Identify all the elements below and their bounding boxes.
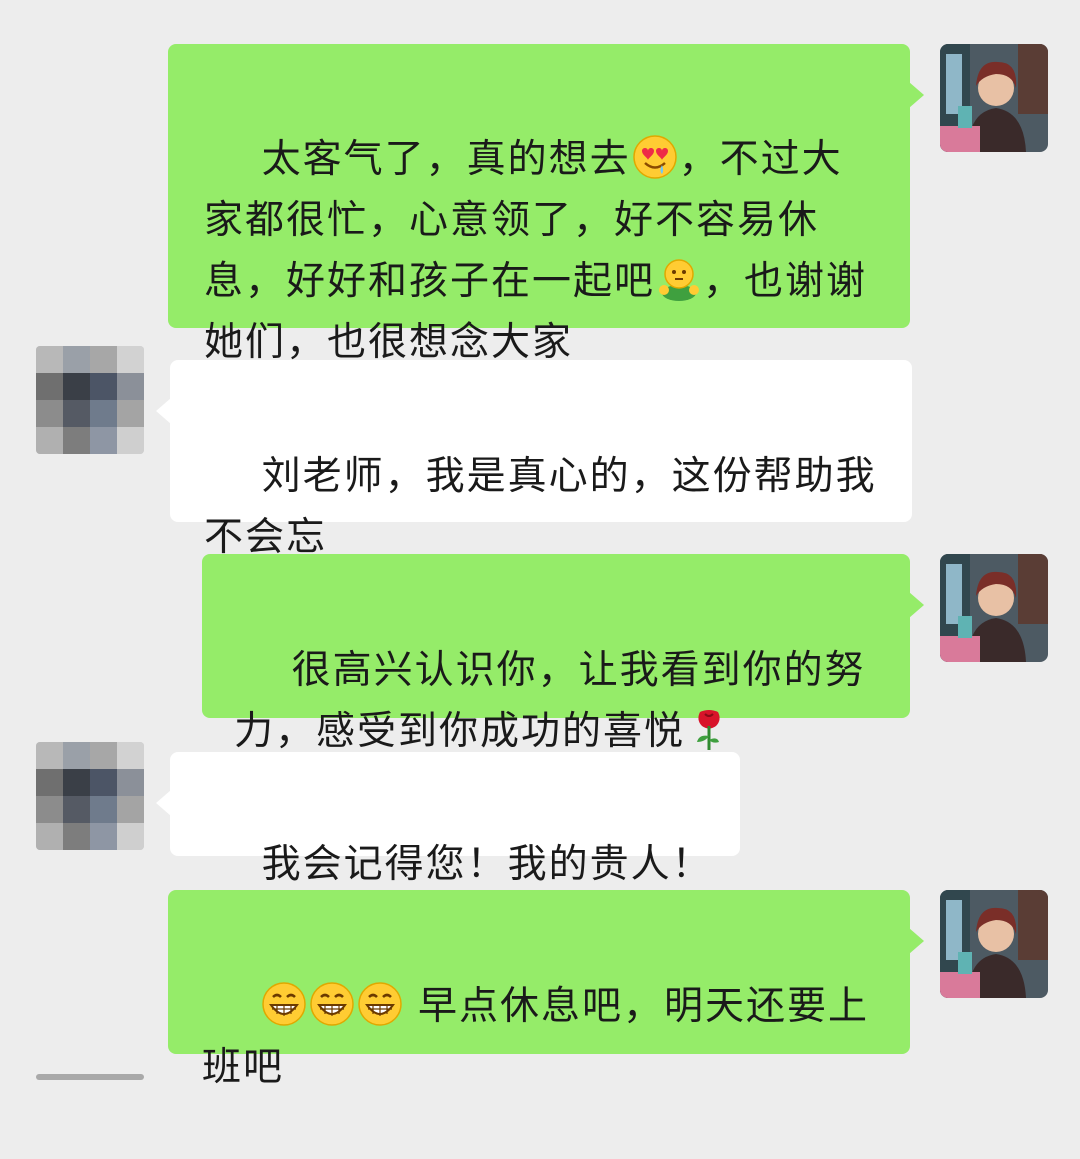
message-text: 很高兴认识你，让我看到你的努力，感受到你成功的喜悦 — [234, 648, 866, 754]
user-avatar[interactable] — [940, 44, 1048, 152]
contact-avatar[interactable] — [36, 742, 144, 850]
contact-avatar[interactable] — [36, 346, 144, 454]
rose-emoji — [686, 706, 732, 752]
message-bubble-outgoing[interactable]: 很高兴认识你，让我看到你的努力，感受到你成功的喜悦 — [202, 554, 924, 754]
message-text: 我会记得您！我的贵人！ — [261, 842, 713, 887]
user-avatar[interactable] — [940, 890, 1048, 998]
message-bubble-incoming[interactable]: 我会记得您！我的贵人！ — [156, 752, 740, 887]
message-bubble-outgoing[interactable]: 太客气了，真的想去 ，不过大家都很忙，心意领了，好不容易休息，好好和孩子在一起吧，… — [168, 44, 924, 365]
contact-avatar[interactable] — [36, 1074, 144, 1080]
user-avatar[interactable] — [940, 554, 1048, 662]
message-text: 刘老师，我是真心的，这份帮助我不会忘 — [204, 454, 877, 560]
grin-emoji — [357, 981, 403, 1027]
grin-emoji — [261, 981, 307, 1027]
heart-eyes-drool-emoji — [632, 134, 678, 180]
message-text: 太客气了，真的想去 — [261, 137, 631, 182]
message-bubble-incoming[interactable]: 刘老师，我是真心的，这份帮助我不会忘 — [156, 360, 912, 560]
grin-emoji — [309, 981, 355, 1027]
hug-emoji — [656, 256, 702, 302]
message-bubble-outgoing[interactable]: 早点休息吧，明天还要上班吧 — [168, 890, 924, 1090]
chat-message-list: 太客气了，真的想去 ，不过大家都很忙，心意领了，好不容易休息，好好和孩子在一起吧，… — [0, 0, 1080, 1090]
